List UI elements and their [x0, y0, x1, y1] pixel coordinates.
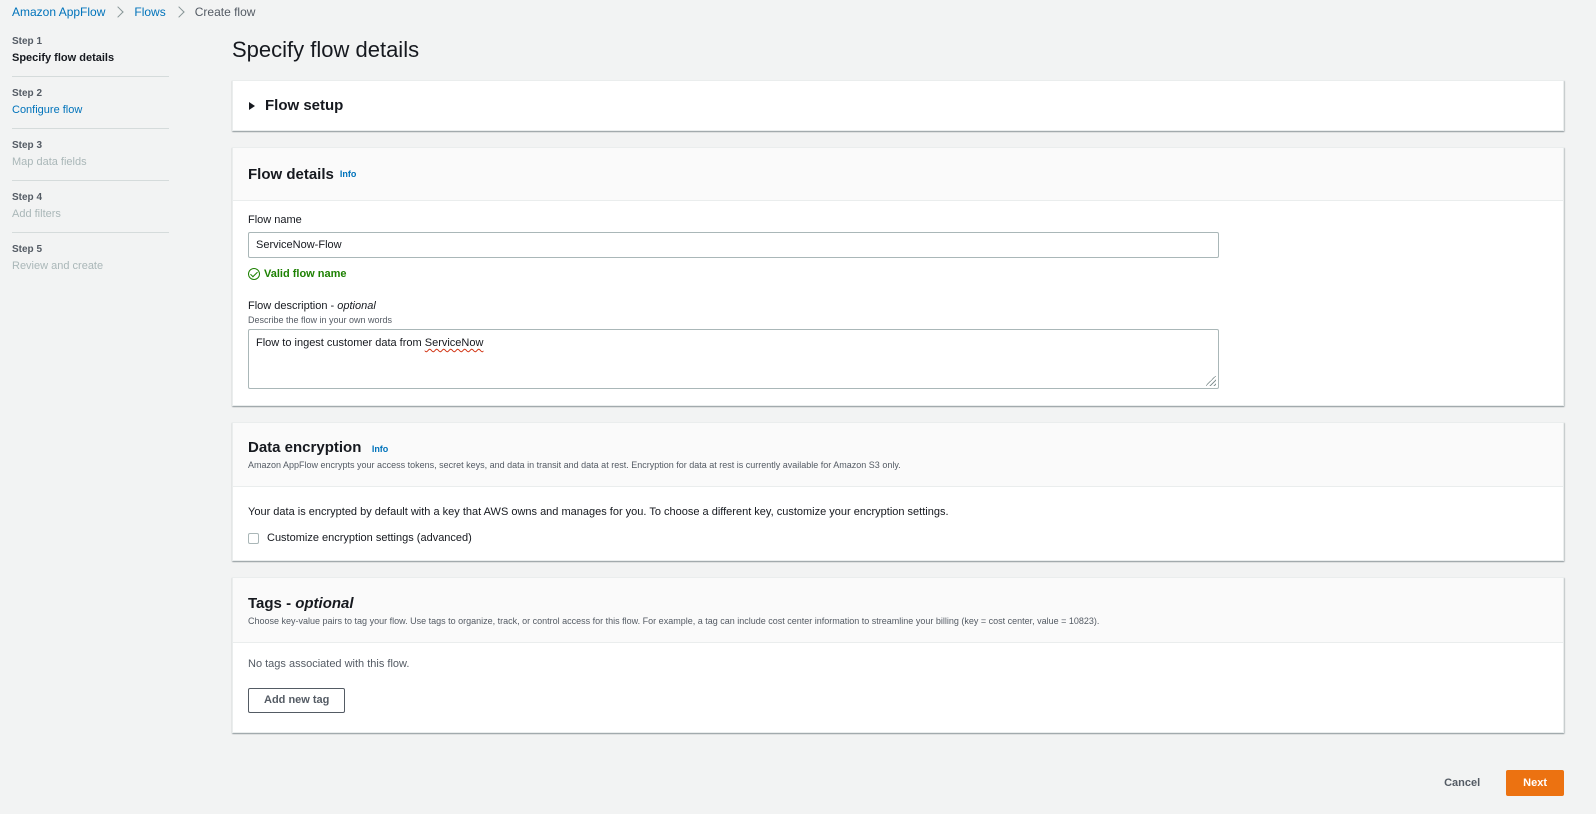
step-label-review-and-create: Review and create [12, 260, 104, 272]
customize-encryption-checkbox[interactable] [248, 532, 259, 544]
tags-header: Tags - optional Choose key-value pairs t… [233, 578, 1563, 643]
no-tags-text: No tags associated with this flow. [248, 658, 410, 670]
step-number: Step 4 [12, 192, 43, 203]
data-encryption-info-link[interactable]: Info [372, 444, 389, 454]
cancel-button[interactable]: Cancel [1428, 770, 1496, 796]
page-title: Specify flow details [232, 37, 420, 62]
flow-name-validation: Valid flow name [248, 268, 1548, 280]
flow-name-label: Flow name [248, 214, 302, 226]
breadcrumb-current: Create flow [194, 5, 256, 19]
breadcrumb-amazon-appflow[interactable]: Amazon AppFlow [12, 5, 105, 19]
flow-details-panel: Flow details Info Flow name ServiceNow-F… [232, 147, 1564, 406]
data-encryption-title: Data encryption [248, 439, 362, 456]
check-circle-icon [248, 268, 260, 280]
tags-title-optional: optional [295, 595, 354, 612]
valid-flow-name-text: Valid flow name [264, 268, 347, 280]
flow-details-body: Flow name ServiceNow-Flow Valid flow nam… [233, 201, 1563, 405]
flow-setup-expander[interactable]: Flow setup [232, 80, 1564, 131]
tags-panel: Tags - optional Choose key-value pairs t… [232, 577, 1564, 733]
step-number: Step 2 [12, 88, 43, 99]
tags-title-text: Tags - [248, 595, 296, 612]
step-label-specify-flow-details: Specify flow details [12, 52, 115, 64]
chevron-right-icon [112, 6, 125, 18]
data-encryption-panel: Data encryption Info Amazon AppFlow encr… [232, 422, 1564, 561]
step-2: Step 2 Configure flow [12, 88, 169, 129]
resize-handle-icon[interactable] [1206, 376, 1216, 386]
add-new-tag-button[interactable]: Add new tag [248, 688, 346, 713]
flow-details-header: Flow details Info [233, 148, 1563, 201]
step-label-map-data-fields: Map data fields [12, 156, 87, 168]
flow-details-title: Flow details [248, 165, 334, 183]
step-3: Step 3 Map data fields [12, 140, 169, 181]
flow-description-hint: Describe the flow in your own words [248, 315, 393, 325]
wizard-steps: Step 1 Specify flow details Step 2 Confi… [12, 36, 169, 295]
flow-setup-title: Flow setup [265, 97, 344, 114]
caret-right-icon [249, 101, 255, 110]
flow-description-value-misspelled: ServiceNow [424, 337, 484, 349]
data-encryption-body: Your data is encrypted by default with a… [233, 487, 1563, 560]
breadcrumb-flows[interactable]: Flows [134, 5, 165, 19]
chevron-right-icon [173, 6, 185, 18]
customize-encryption-label[interactable]: Customize encryption settings (advanced) [267, 532, 472, 544]
step-number: Step 1 [12, 36, 43, 47]
flow-description-label-text: Flow description - [248, 300, 338, 312]
step-1: Step 1 Specify flow details [12, 36, 169, 77]
step-number: Step 5 [12, 244, 43, 255]
step-number: Step 3 [12, 140, 43, 151]
flow-description-value: Flow to ingest customer data from [256, 337, 425, 349]
flow-description-label: Flow description - optional [248, 300, 1548, 312]
tags-body: No tags associated with this flow. Add n… [233, 643, 1563, 732]
flow-description-textarea[interactable]: Flow to ingest customer data from Servic… [248, 329, 1219, 389]
next-button[interactable]: Next [1506, 770, 1564, 796]
flow-name-input[interactable]: ServiceNow-Flow [248, 232, 1219, 258]
wizard-actions: Cancel Next [1428, 770, 1564, 796]
data-encryption-header: Data encryption Info Amazon AppFlow encr… [233, 423, 1563, 487]
breadcrumb: Amazon AppFlow Flows Create flow [12, 5, 255, 19]
main-content: Specify flow details Flow setup Flow det… [232, 36, 1564, 749]
encryption-default-text: Your data is encrypted by default with a… [248, 506, 949, 518]
customize-encryption-row: Customize encryption settings (advanced) [248, 532, 1548, 544]
step-4: Step 4 Add filters [12, 192, 169, 233]
step-5: Step 5 Review and create [12, 244, 169, 284]
tags-title: Tags - optional [248, 595, 354, 612]
tags-description: Choose key-value pairs to tag your flow.… [248, 616, 1100, 626]
data-encryption-description: Amazon AppFlow encrypts your access toke… [248, 460, 901, 470]
step-label-configure-flow[interactable]: Configure flow [12, 104, 169, 116]
flow-details-info-link[interactable]: Info [340, 169, 357, 179]
step-label-add-filters: Add filters [12, 208, 61, 220]
flow-description-optional: optional [337, 300, 376, 312]
